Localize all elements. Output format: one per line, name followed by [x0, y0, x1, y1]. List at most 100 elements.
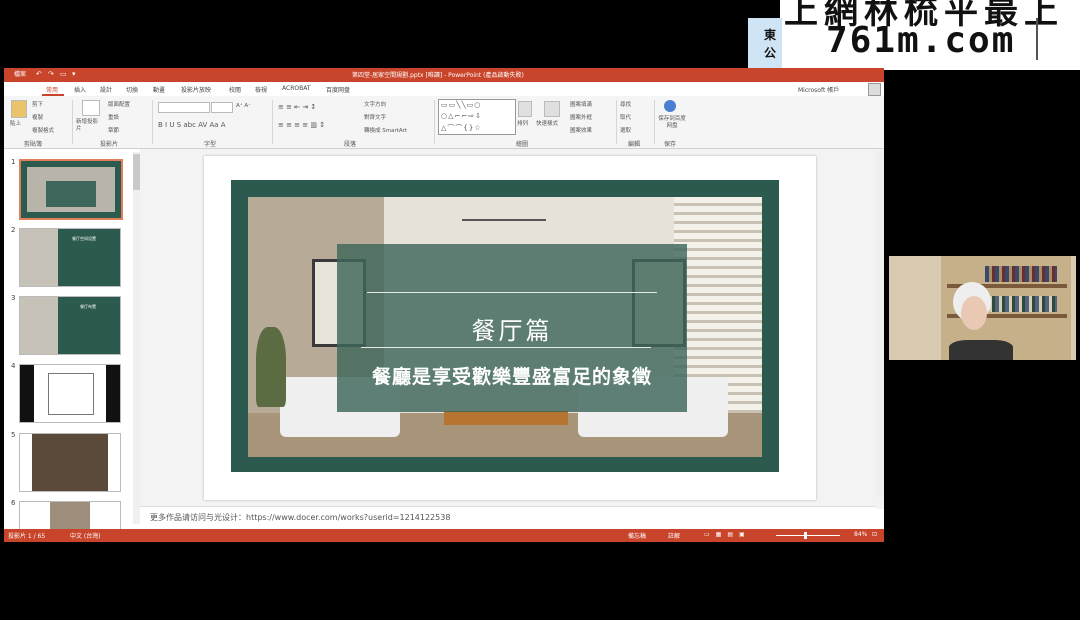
slideshow-icon[interactable]: ▭ [60, 71, 67, 78]
thumb-photo [32, 434, 108, 491]
zoom-slider-handle[interactable] [804, 532, 807, 539]
thumb-panel [46, 181, 96, 207]
ribbon-separator [654, 100, 655, 144]
slide-thumbnail-1[interactable] [19, 159, 123, 220]
watermark-side-text: 東公 [764, 28, 777, 60]
thumb-photo [20, 297, 58, 354]
group-clipboard: 剪貼簿 [24, 141, 43, 148]
text-direction-button[interactable]: 文字方向 [364, 100, 386, 108]
status-zoom[interactable]: 84% [854, 531, 867, 538]
panel-top-line [367, 292, 657, 293]
replace-button[interactable]: 取代 [620, 113, 631, 121]
tab-animations[interactable]: 動畫 [153, 85, 165, 94]
redo-icon[interactable]: ↷ [48, 71, 55, 78]
font-style-buttons[interactable]: B I U S abc AV Aa A [158, 121, 226, 129]
thumb-number: 1 [11, 158, 16, 166]
tab-acrobat[interactable]: ACROBAT [282, 85, 311, 92]
arrange-button[interactable]: 排列 [517, 119, 528, 127]
shape-outline-button[interactable]: 圖案外框 [570, 113, 592, 121]
find-button[interactable]: 尋找 [620, 100, 631, 108]
watermark-divider [1036, 18, 1038, 60]
new-slide-button[interactable]: 新增投影片 [76, 119, 102, 133]
align-text-button[interactable]: 對齊文字 [364, 113, 386, 121]
section-button[interactable]: 章節 [108, 126, 119, 134]
notes-text[interactable]: 更多作品请访问与光设计：https://www.docer.com/works?… [150, 512, 450, 523]
editor-scrollbar[interactable] [876, 150, 884, 498]
webcam-books [985, 266, 1057, 282]
font-size-dropdown[interactable] [211, 102, 233, 113]
arrange-icon[interactable] [518, 101, 532, 117]
tab-file[interactable]: 檔案 [4, 68, 36, 82]
cut-button[interactable]: 剪下 [32, 100, 43, 108]
tab-view[interactable]: 檢視 [255, 85, 267, 94]
font-name-dropdown[interactable] [158, 102, 210, 113]
photo-chandelier [462, 209, 546, 221]
view-buttons-icon[interactable]: ▭▦▤▣ [704, 531, 751, 538]
shape-fill-button[interactable]: 圖案填滿 [570, 100, 592, 108]
panel-mid-line [361, 347, 651, 348]
webcam-books [985, 296, 1057, 312]
format-painter-button[interactable]: 複製格式 [32, 126, 54, 134]
tab-review[interactable]: 校閱 [229, 85, 241, 94]
shape-icons-row3[interactable]: △⌒⌒{}☆ [441, 123, 482, 133]
thumb-number: 6 [11, 499, 16, 507]
status-language[interactable]: 中文 (台灣) [70, 531, 101, 540]
list-buttons[interactable]: ≡ ≡ ⇤ ⇥ ↕ [278, 103, 316, 111]
group-slides: 投影片 [100, 141, 119, 148]
group-font: 字型 [204, 141, 217, 148]
baidu-cloud-icon[interactable] [664, 100, 676, 112]
undo-icon[interactable]: ↶ [36, 71, 43, 78]
thumb-title: 餐厅空间设置 [72, 236, 96, 241]
tab-slideshow[interactable]: 投影片放映 [181, 85, 211, 94]
thumb-floorplan [48, 373, 94, 415]
thumbnail-scrollbar[interactable] [133, 152, 140, 524]
quick-styles-icon[interactable] [544, 101, 560, 117]
select-button[interactable]: 選取 [620, 126, 631, 134]
font-grow-icon[interactable]: A⁺ A⁻ [236, 103, 251, 109]
slide-thumbnail-6[interactable] [19, 501, 121, 531]
slide-thumbnail-3[interactable]: 餐厅布置 [19, 296, 121, 355]
watermark-domain: 761m.com [826, 20, 1016, 61]
window-title: 第四堂-居家空間規劃.pptx [唯讀] - PowerPoint (產品啟動失… [352, 72, 524, 79]
reset-button[interactable]: 重設 [108, 113, 119, 121]
group-paragraph: 段落 [344, 141, 357, 148]
ribbon-separator [434, 100, 435, 144]
webcam-person-face [961, 296, 987, 330]
account-label[interactable]: Microsoft 帳戶 [798, 85, 839, 94]
paste-icon[interactable] [11, 100, 27, 118]
shape-icons-row1[interactable]: ▭▭╲╲▭○ [441, 101, 481, 109]
tab-design[interactable]: 設計 [100, 85, 112, 94]
slide-subtitle[interactable]: 餐廳是享受歡樂豐盛富足的象徵 [337, 362, 687, 389]
slide-thumbnail-2[interactable]: 餐厅空间设置 [19, 228, 121, 287]
tab-baidu[interactable]: 百度网盘 [326, 85, 350, 94]
status-bar [4, 529, 884, 542]
paste-button[interactable]: 貼上 [10, 119, 21, 127]
customize-icon[interactable]: ▾ [72, 71, 79, 78]
tab-home[interactable]: 常用 [46, 85, 58, 94]
slide-title[interactable]: 餐厅篇 [337, 311, 687, 346]
status-notes-button[interactable]: 備忘稿 [628, 531, 646, 540]
account-avatar-icon[interactable] [868, 83, 881, 96]
tab-transitions[interactable]: 切換 [126, 85, 138, 94]
smartart-button[interactable]: 轉換成 SmartArt [364, 126, 407, 134]
slide-thumbnail-5[interactable] [19, 433, 121, 492]
shape-effects-button[interactable]: 圖案效果 [570, 126, 592, 134]
slide-thumbnail-4[interactable] [19, 364, 121, 423]
new-slide-icon[interactable] [82, 100, 100, 116]
webcam-video [889, 256, 1076, 360]
group-save: 保存 [664, 141, 677, 148]
status-slide-count: 投影片 1 / 65 [8, 533, 46, 540]
tab-insert[interactable]: 插入 [74, 85, 86, 94]
status-comments-button[interactable]: 註解 [668, 531, 680, 540]
copy-button[interactable]: 複製 [32, 113, 43, 121]
ribbon-separator [272, 100, 273, 144]
quick-styles-button[interactable]: 快速樣式 [536, 119, 558, 127]
shape-icons-row2[interactable]: ○△⌐⌐⇨⇩ [441, 112, 482, 120]
save-baidu-button[interactable]: 保存到百度网盘 [657, 116, 687, 130]
thumbnail-scrollbar-thumb[interactable] [133, 154, 140, 190]
zoom-slider[interactable] [776, 535, 840, 536]
layout-button[interactable]: 版面配置 [108, 100, 130, 108]
align-buttons[interactable]: ≡ ≡ ≡ ≡ ▥ ↕ [278, 121, 325, 129]
fit-slide-icon[interactable]: ⊡ [872, 531, 877, 538]
thumb-number: 2 [11, 226, 16, 234]
